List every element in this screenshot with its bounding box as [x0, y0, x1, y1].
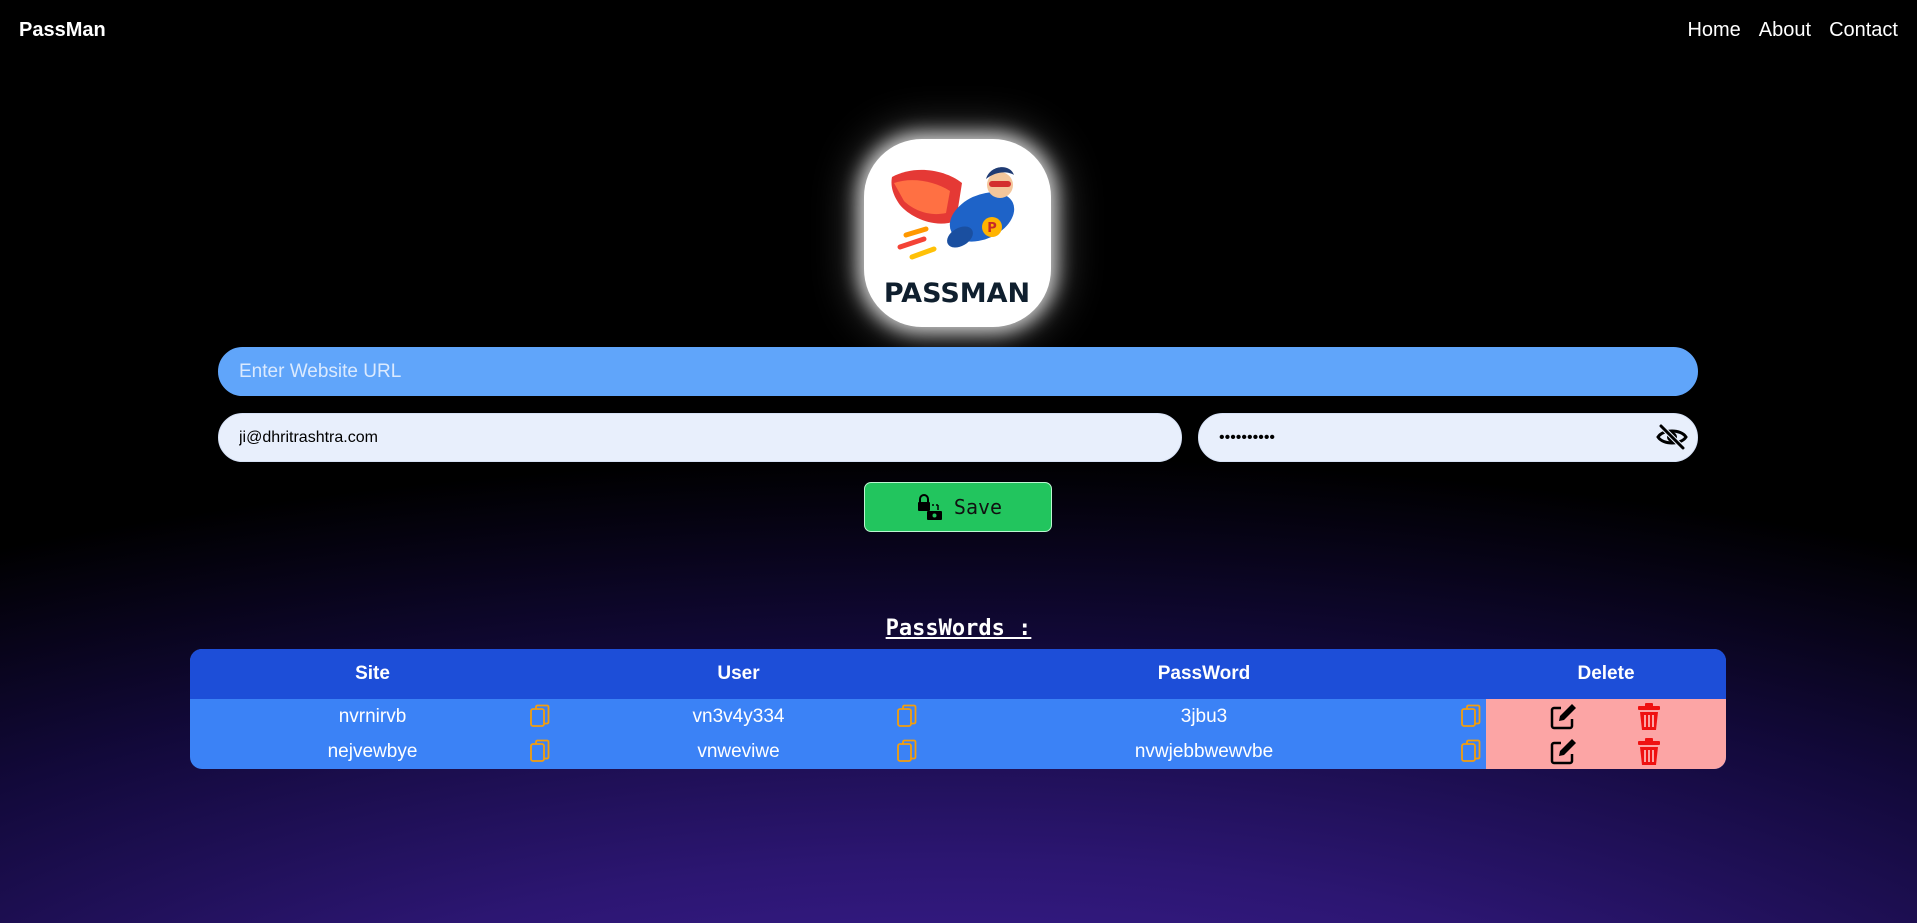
- actions-cell: [1486, 734, 1726, 769]
- password-cell: 3jbu3: [922, 699, 1486, 734]
- user-text: vnweviwe: [697, 740, 780, 762]
- site-cell: nejvewbye: [190, 734, 555, 769]
- column-header-site: Site: [355, 663, 390, 684]
- copy-icon[interactable]: [1459, 704, 1483, 729]
- user-cell: vn3v4y334: [555, 699, 922, 734]
- copy-icon[interactable]: [1459, 739, 1483, 764]
- site-cell: nvrnirvb: [190, 699, 555, 734]
- save-button-label: Save: [953, 495, 1003, 519]
- username-input[interactable]: [218, 413, 1182, 462]
- lock-save-icon: [917, 494, 942, 520]
- password-input[interactable]: [1198, 413, 1698, 462]
- password-text: 3jbu3: [1180, 705, 1228, 727]
- actions-cell: [1486, 699, 1726, 734]
- table-row: nvrnirvb vn3v4y334 3jbu3: [190, 699, 1726, 734]
- copy-icon[interactable]: [895, 739, 919, 764]
- website-url-input[interactable]: [218, 347, 1698, 396]
- edit-icon[interactable]: [1548, 737, 1578, 767]
- user-text: vn3v4y334: [692, 705, 785, 727]
- column-header-user: User: [717, 663, 760, 684]
- site-text: nejvewbye: [327, 740, 418, 762]
- eye-slash-icon[interactable]: [1656, 424, 1688, 450]
- copy-icon[interactable]: [528, 739, 552, 764]
- save-button[interactable]: Save: [864, 482, 1052, 532]
- table-row: nejvewbye vnweviwe nvwjebbwewvbe: [190, 734, 1726, 769]
- logo-wordmark: PASSMAN: [884, 278, 1030, 309]
- nav-about-link[interactable]: About: [1759, 19, 1811, 42]
- column-header-delete: Delete: [1577, 663, 1635, 684]
- top-navbar: PassMan Home About Contact: [0, 0, 1917, 60]
- trash-icon[interactable]: [1634, 702, 1664, 732]
- column-header-password: PassWord: [1157, 663, 1251, 684]
- svg-text:P: P: [987, 221, 997, 236]
- passman-logo: P PASSMAN: [864, 139, 1051, 327]
- password-text: nvwjebbwewvbe: [1134, 740, 1274, 762]
- password-field-wrapper: [1198, 413, 1698, 462]
- user-cell: vnweviwe: [555, 734, 922, 769]
- trash-icon[interactable]: [1634, 737, 1664, 767]
- copy-icon[interactable]: [528, 704, 552, 729]
- edit-icon[interactable]: [1548, 702, 1578, 732]
- copy-icon[interactable]: [895, 704, 919, 729]
- passwords-heading: PassWords :: [885, 616, 1032, 641]
- password-cell: nvwjebbwewvbe: [922, 734, 1486, 769]
- table-header: Site User PassWord Delete: [190, 649, 1726, 699]
- passwords-table: Site User PassWord Delete nvrnirvb vn3v4…: [190, 649, 1726, 769]
- nav-home-link[interactable]: Home: [1687, 19, 1740, 42]
- superhero-logo-icon: P PASSMAN: [884, 167, 1030, 309]
- brand-logo-text[interactable]: PassMan: [19, 19, 106, 42]
- nav-links: Home About Contact: [1687, 19, 1898, 42]
- site-text: nvrnirvb: [338, 705, 407, 727]
- nav-contact-link[interactable]: Contact: [1829, 19, 1898, 42]
